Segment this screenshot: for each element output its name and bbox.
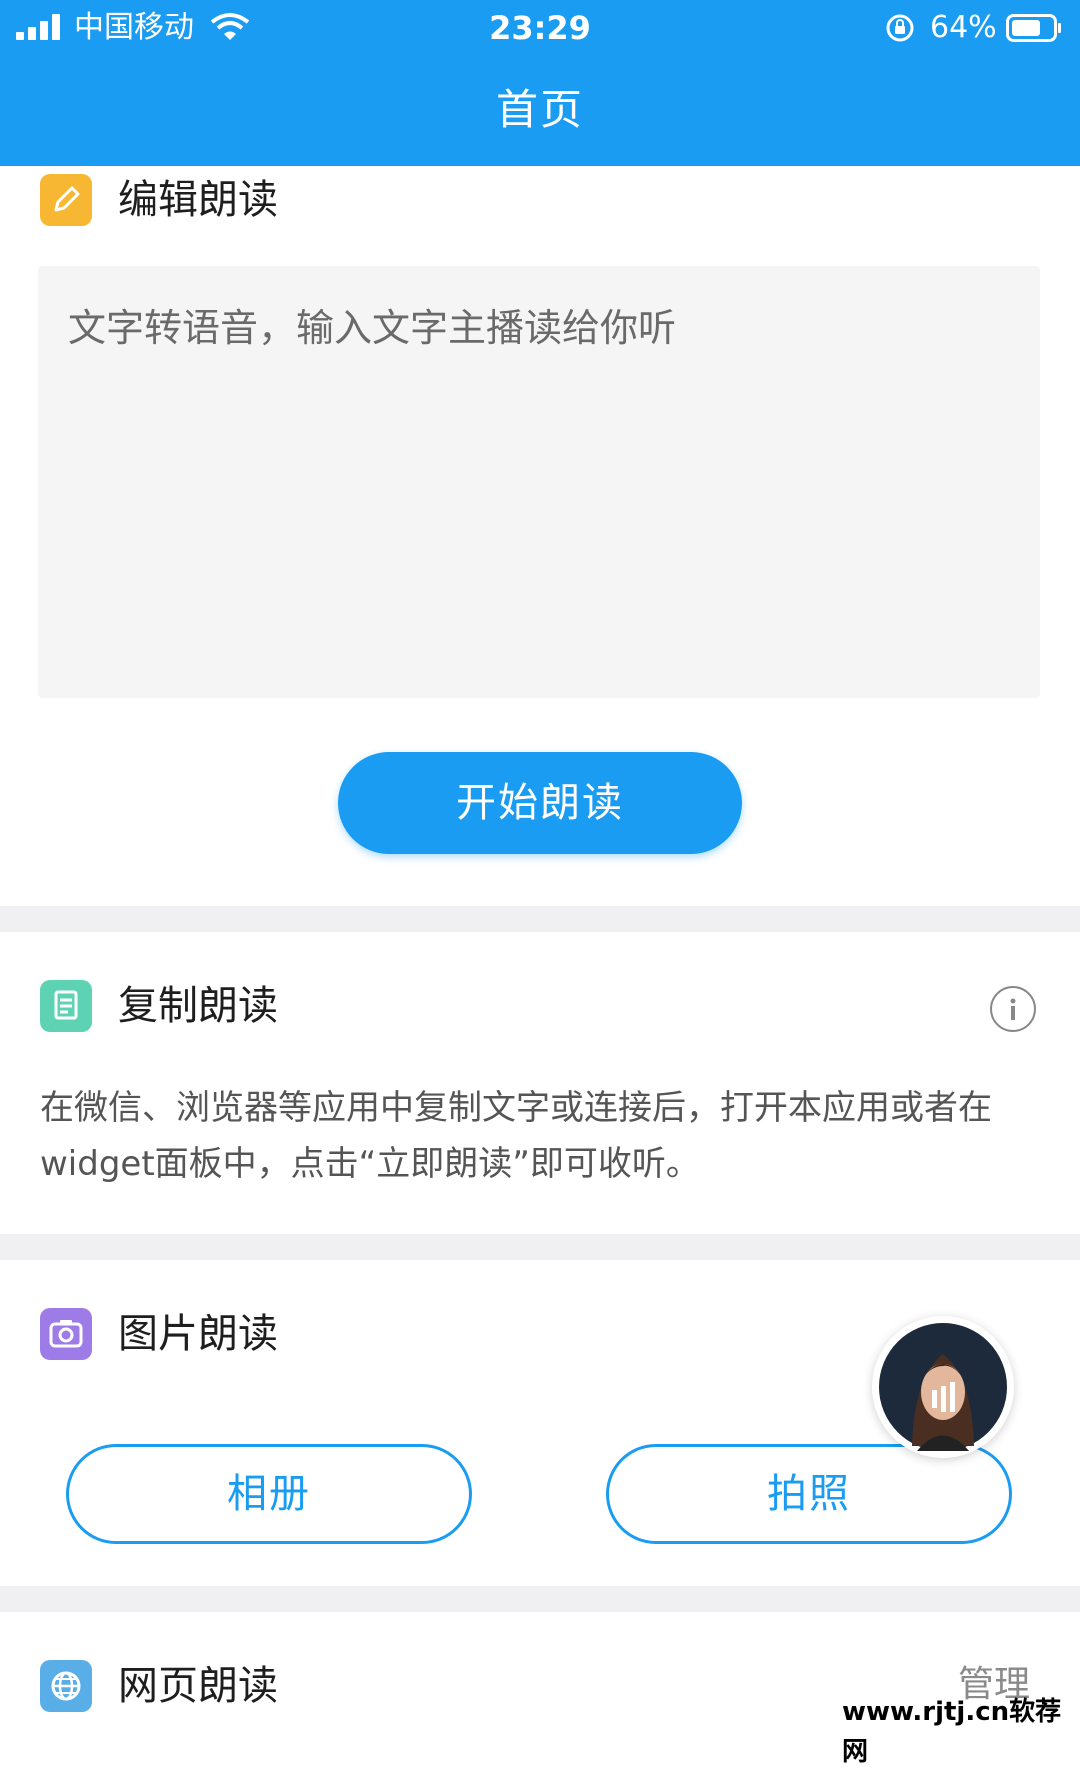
section-divider — [0, 1586, 1080, 1612]
rotation-lock-icon — [886, 14, 914, 42]
copy-description: 在微信、浏览器等应用中复制文字或连接后，打开本应用或者在widget面板中，点击… — [40, 1088, 992, 1184]
section-title-edit: 编辑朗读 — [118, 177, 278, 223]
text-input-placeholder: 文字转语音，输入文字主播读给你听 — [68, 306, 677, 350]
section-divider — [0, 906, 1080, 932]
section-divider — [0, 1234, 1080, 1260]
section-title-image: 图片朗读 — [118, 1311, 278, 1357]
section-title-web: 网页朗读 — [118, 1663, 278, 1709]
globe-icon — [40, 1660, 92, 1712]
status-time: 23:29 — [489, 9, 591, 47]
album-button[interactable]: 相册 — [66, 1444, 472, 1544]
pencil-icon — [40, 174, 92, 226]
info-icon[interactable] — [990, 986, 1036, 1032]
page-title: 首页 — [495, 85, 584, 134]
document-icon — [40, 980, 92, 1032]
camera-icon — [40, 1308, 92, 1360]
battery-percent: 64% — [930, 10, 997, 45]
watermark: www.rjtj.cn软荐网 — [842, 1697, 1062, 1767]
camera-button[interactable]: 拍照 — [606, 1444, 1012, 1544]
battery-icon — [1006, 14, 1061, 42]
avatar[interactable] — [872, 1316, 1014, 1458]
status-bar: 中国移动 23:29 64% — [0, 0, 1080, 56]
section-title-copy: 复制朗读 — [118, 983, 278, 1029]
start-reading-button[interactable]: 开始朗读 — [338, 752, 742, 854]
